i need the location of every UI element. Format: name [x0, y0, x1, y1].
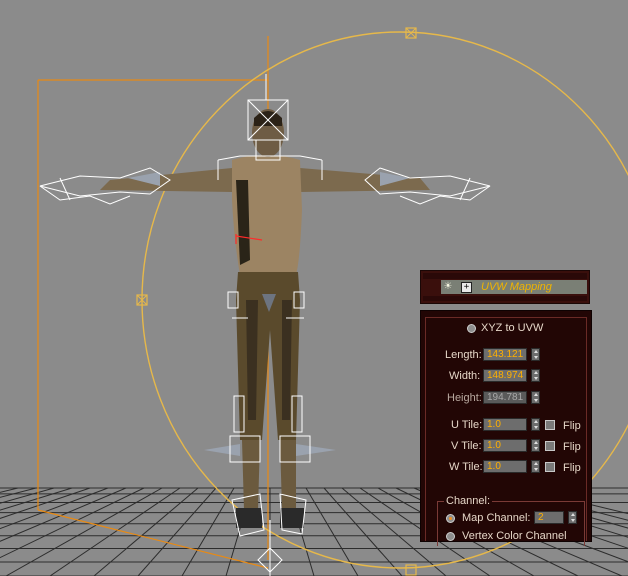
character-model[interactable] — [100, 109, 430, 528]
v-tile-field[interactable]: 1.0 — [483, 439, 527, 452]
xyz-to-uvw-radio[interactable] — [467, 324, 476, 333]
w-tile-label: W Tile: — [449, 461, 483, 473]
uvw-mapping-parameters: XYZ to UVW Length: 143.121 Width: 148.97… — [420, 310, 592, 546]
width-label: Width: — [449, 370, 481, 382]
u-flip-checkbox[interactable] — [545, 420, 555, 430]
width-field[interactable]: 148.974 — [483, 369, 527, 382]
u-flip-label: Flip — [563, 420, 581, 432]
grid-line — [0, 487, 73, 511]
perspective-viewport[interactable]: ☀ + UVW Mapping XYZ to UVW Length: 143.1… — [0, 0, 628, 576]
grid-line — [93, 487, 199, 576]
v-flip-checkbox[interactable] — [545, 441, 555, 451]
modifier-item-uvw-mapping[interactable]: ☀ + UVW Mapping — [441, 280, 587, 294]
height-spinner[interactable] — [531, 391, 540, 404]
u-tile-spinner[interactable] — [531, 418, 540, 431]
channel-group: Channel: Map Channel: 2 Vertex Color Cha… — [437, 494, 585, 546]
height-label: Height: — [447, 392, 482, 404]
xyz-to-uvw-label: XYZ to UVW — [481, 322, 544, 334]
w-flip-label: Flip — [563, 462, 581, 474]
v-tile-spinner[interactable] — [531, 439, 540, 452]
grid-line — [0, 487, 127, 542]
map-channel-field[interactable]: 2 — [534, 511, 564, 524]
modifier-stack[interactable]: ☀ + UVW Mapping — [420, 270, 590, 304]
grid-line — [181, 487, 235, 576]
modifier-name: UVW Mapping — [481, 281, 552, 293]
grid-line — [137, 487, 217, 576]
v-tile-label: V Tile: — [451, 440, 482, 452]
stack-bottom-bar — [423, 296, 587, 301]
plus-icon[interactable]: + — [461, 282, 472, 293]
map-channel-radio[interactable] — [446, 514, 455, 523]
map-channel-spinner[interactable] — [568, 511, 577, 524]
height-field[interactable]: 194.781 — [483, 391, 527, 404]
length-label: Length: — [445, 349, 482, 361]
grid-line — [0, 487, 55, 504]
w-tile-field[interactable]: 1.0 — [483, 460, 527, 473]
u-tile-field[interactable]: 1.0 — [483, 418, 527, 431]
width-spinner[interactable] — [531, 369, 540, 382]
grid-line — [0, 487, 91, 519]
grid-line — [49, 487, 181, 576]
gizmo-handle-bottom[interactable] — [405, 564, 417, 576]
v-flip-label: Flip — [563, 441, 581, 453]
vertex-color-channel-radio[interactable] — [446, 532, 455, 541]
stack-top-bar — [423, 273, 587, 279]
w-flip-checkbox[interactable] — [545, 462, 555, 472]
lightbulb-icon[interactable]: ☀ — [443, 281, 453, 293]
length-field[interactable]: 143.121 — [483, 348, 527, 361]
u-tile-label: U Tile: — [451, 419, 483, 431]
vertex-color-channel-label: Vertex Color Channel — [462, 530, 567, 542]
channel-group-label: Channel: — [444, 494, 493, 508]
length-spinner[interactable] — [531, 348, 540, 361]
map-channel-label: Map Channel: — [462, 512, 531, 524]
grid-line — [323, 487, 403, 576]
w-tile-spinner[interactable] — [531, 460, 540, 473]
